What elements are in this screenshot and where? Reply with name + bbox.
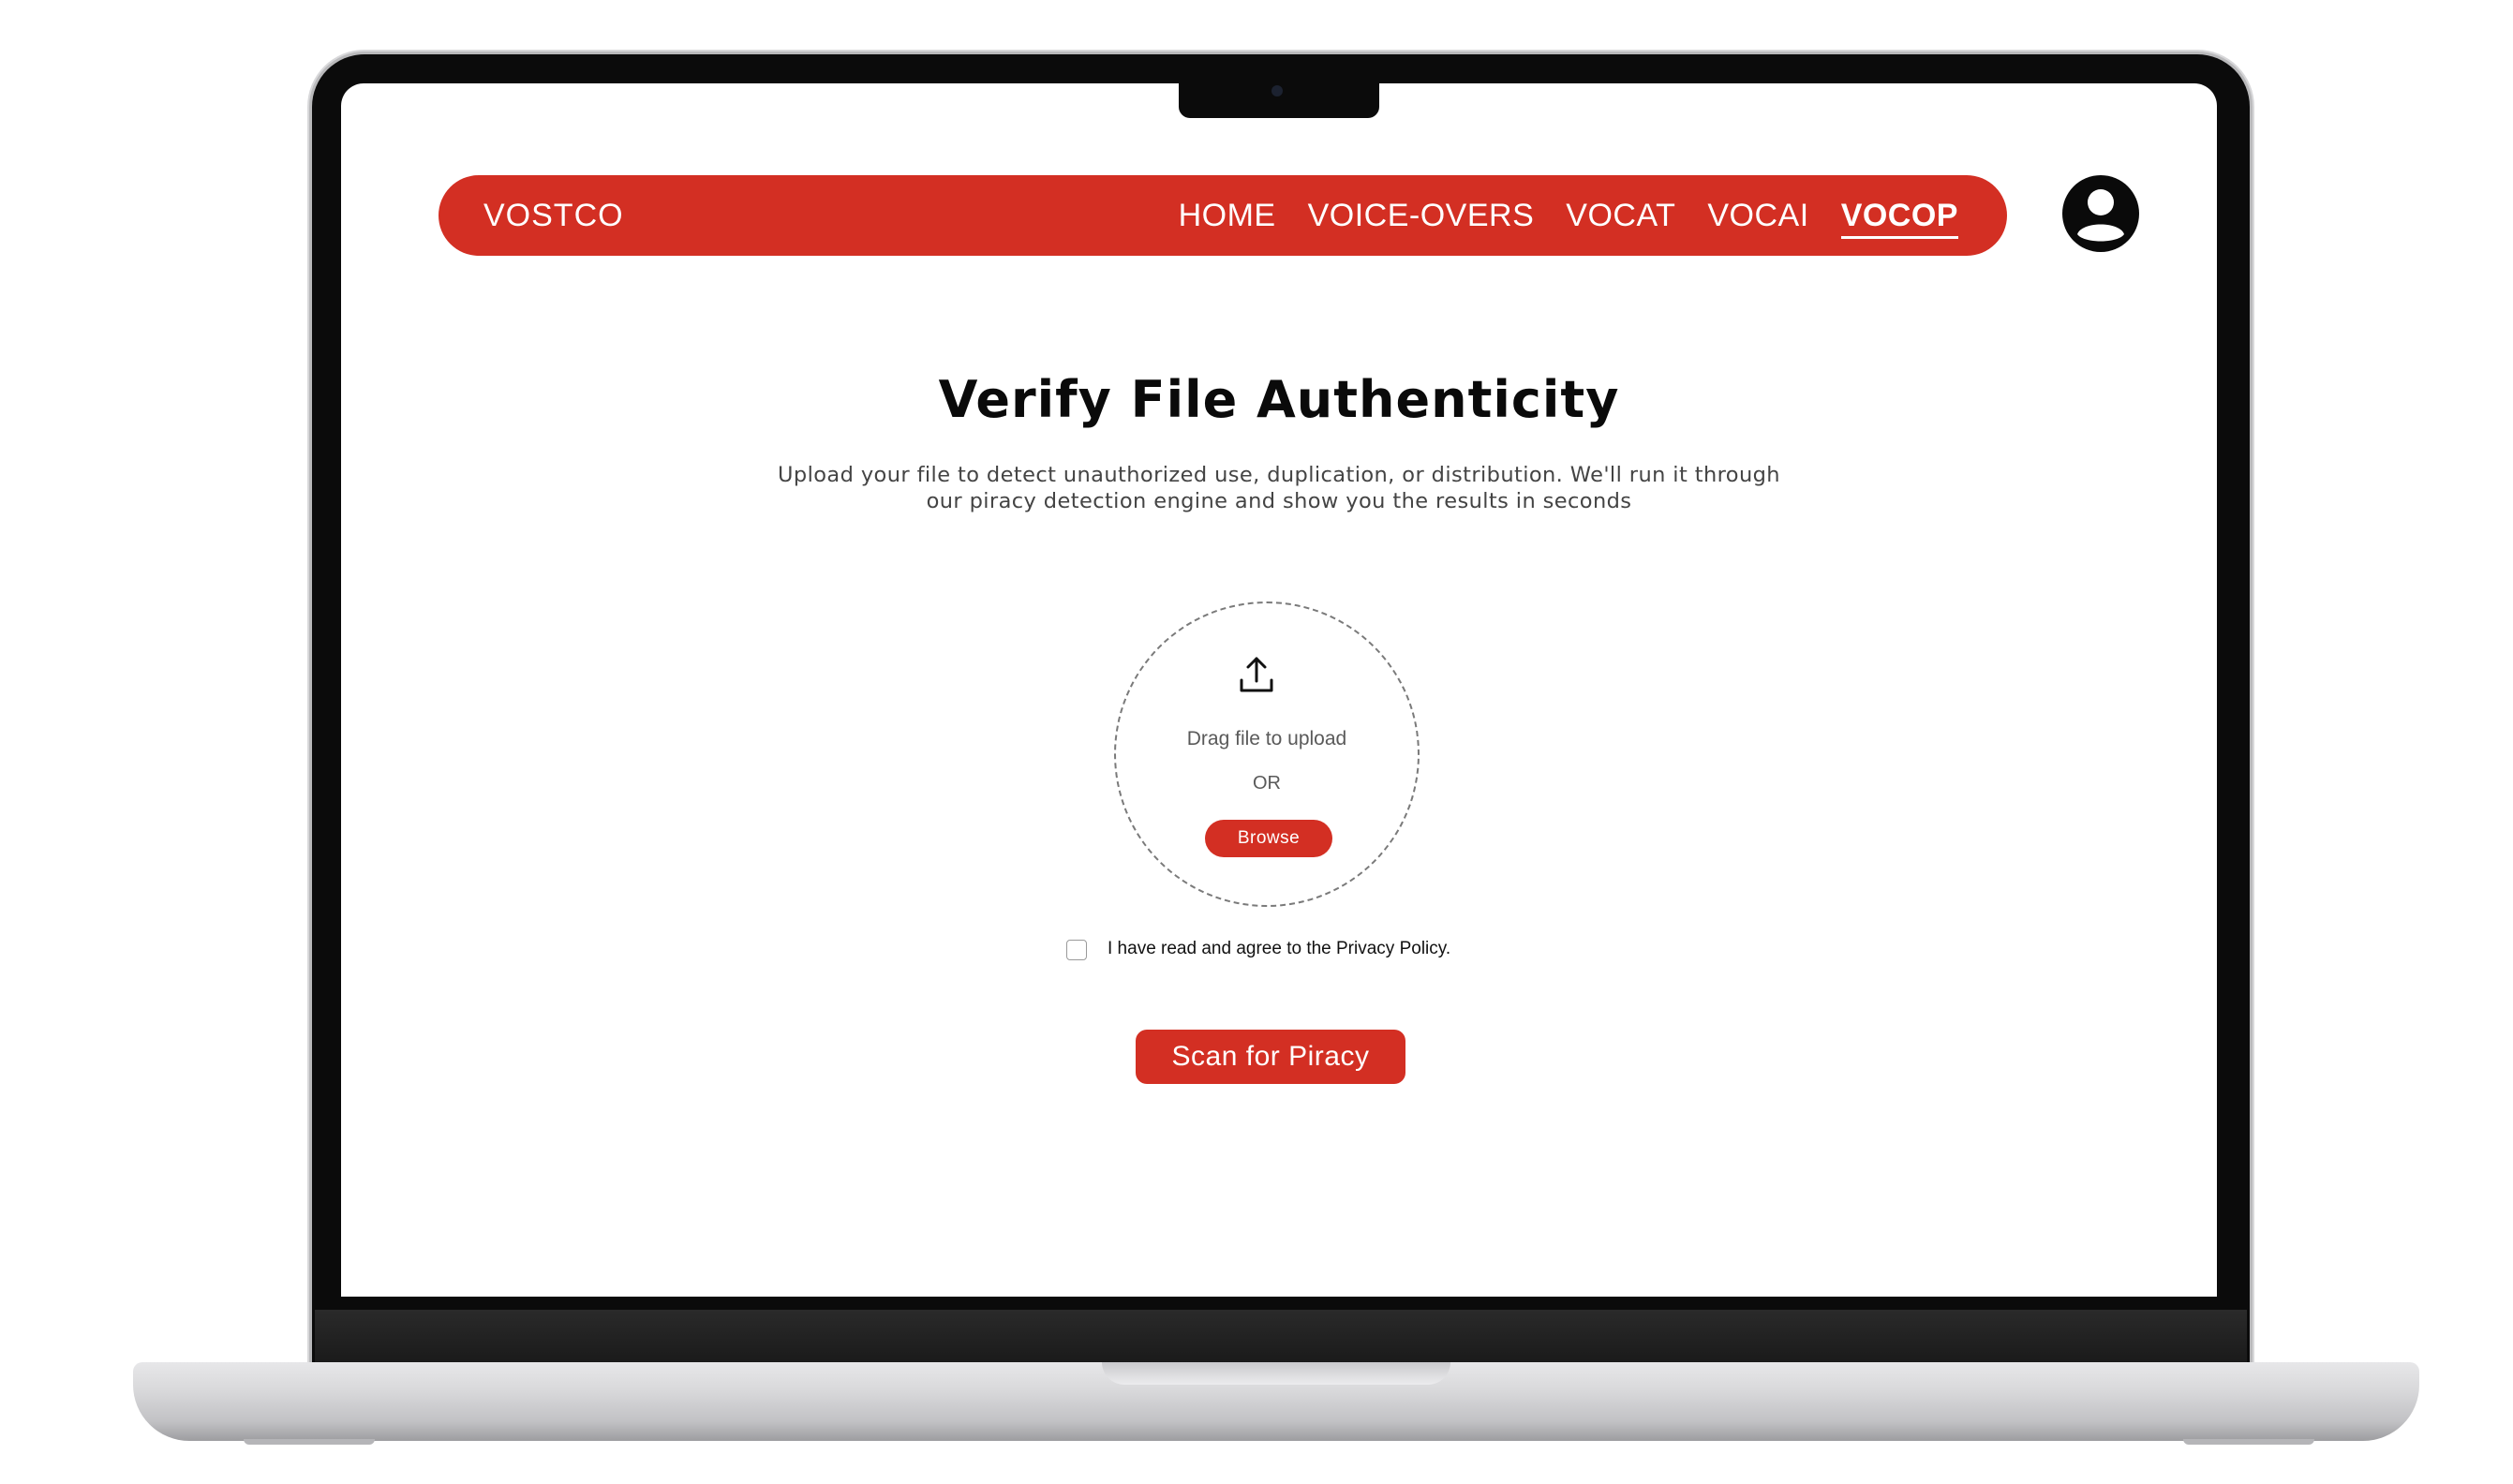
laptop-chin [315, 1310, 2247, 1364]
or-divider-text: OR [1253, 773, 1281, 794]
laptop-foot-right [2183, 1439, 2314, 1445]
laptop-base-notch [1102, 1362, 1450, 1385]
nav-item-vocai[interactable]: VOCAI [1707, 198, 1808, 239]
upload-icon [1236, 655, 1277, 696]
page-subtitle-line1: Upload your file to detect unauthorized … [778, 463, 1780, 487]
privacy-policy-label: I have read and agree to the Privacy Pol… [1108, 939, 1451, 958]
screen: VOSTCO HOME VOICE-OVERS VOCAT VOCAI VOCO… [341, 83, 2217, 1297]
privacy-policy-checkbox[interactable] [1066, 940, 1087, 960]
nav-item-voice-overs[interactable]: VOICE-OVERS [1308, 198, 1535, 239]
file-dropzone[interactable] [1114, 601, 1420, 907]
scan-for-piracy-button[interactable]: Scan for Piracy [1136, 1030, 1405, 1084]
browse-button[interactable]: Browse [1205, 820, 1332, 857]
brand-logo[interactable]: VOSTCO [483, 198, 624, 234]
camera-icon [1271, 85, 1283, 96]
drag-file-text: Drag file to upload [1186, 728, 1347, 749]
navbar: VOSTCO HOME VOICE-OVERS VOCAT VOCAI VOCO… [439, 175, 2007, 256]
nav-links: HOME VOICE-OVERS VOCAT VOCAI VOCOP [1179, 198, 1958, 239]
page-subtitle: Upload your file to detect unauthorized … [341, 462, 2217, 514]
user-circle-icon[interactable] [2059, 172, 2142, 255]
laptop-mockup: VOSTCO HOME VOICE-OVERS VOCAT VOCAI VOCO… [0, 0, 2513, 1484]
nav-item-vocat[interactable]: VOCAT [1566, 198, 1675, 239]
page-subtitle-line2: our piracy detection engine and show you… [926, 489, 1632, 513]
page-title: Verify File Authenticity [938, 370, 1620, 429]
nav-item-home[interactable]: HOME [1179, 198, 1276, 239]
nav-item-vocop[interactable]: VOCOP [1840, 198, 1958, 239]
laptop-foot-left [244, 1439, 375, 1445]
